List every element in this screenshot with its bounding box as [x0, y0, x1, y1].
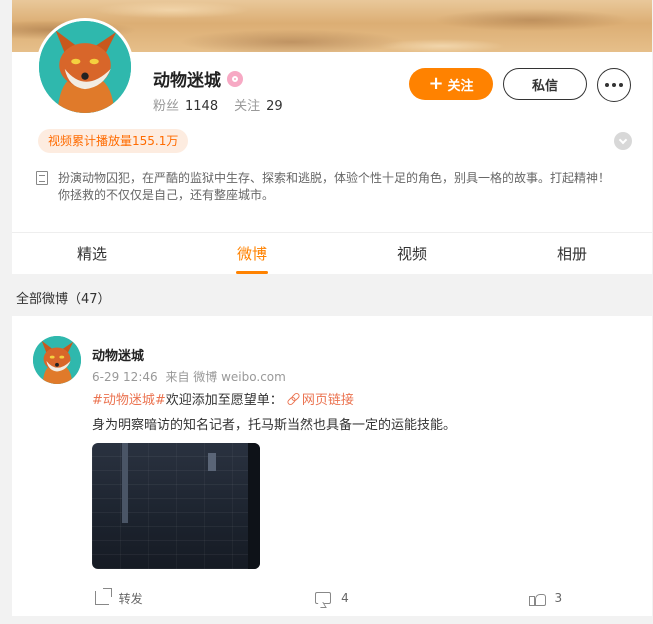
followers-stat[interactable]: 粉丝 1148	[153, 95, 218, 114]
share-label: 转发	[118, 591, 143, 606]
followers-label: 粉丝	[153, 99, 180, 114]
tab-weibo[interactable]: 微博	[172, 233, 332, 274]
tab-featured[interactable]: 精选	[12, 233, 172, 274]
share-button[interactable]: 转发	[12, 586, 225, 610]
profile-name: 动物迷城	[153, 71, 221, 91]
post-text: 身为明察暗访的知名记者，托马斯当然也具备一定的运能技能。	[92, 418, 457, 433]
document-icon	[36, 171, 48, 185]
tab-video[interactable]: 视频	[332, 233, 492, 274]
avatar[interactable]	[36, 18, 134, 116]
follow-button-label: 关注	[447, 78, 474, 94]
post-card: 动物迷城 6-29 12:46 来自 微博 weibo.com #动物迷城# 欢…	[12, 316, 652, 616]
comment-count: 4	[341, 591, 349, 605]
bio-line: 扮演动物囚犯，在严酷的监狱中生存、探索和逃脱，体验个性十足的角色，别具一格的故事…	[58, 171, 611, 185]
tab-album[interactable]: 相册	[492, 233, 652, 274]
profile-bio: 扮演动物囚犯，在严酷的监狱中生存、探索和逃脱，体验个性十足的角色，别具一格的故事…	[36, 170, 626, 204]
hashtag-link[interactable]: #动物迷城#	[92, 389, 166, 408]
post-text-line: #动物迷城# 欢迎添加至愿望单： 网页链接	[92, 389, 354, 408]
more-options-icon[interactable]	[597, 68, 631, 102]
post-meta: 6-29 12:46 来自 微博 weibo.com	[92, 368, 286, 385]
fox-avatar-icon	[39, 21, 131, 113]
profile-tabs: 精选 微博 视频 相册	[12, 232, 652, 274]
all-posts-header[interactable]: 全部微博（47）	[16, 288, 111, 307]
web-link-label: 网页链接	[301, 393, 354, 408]
post-author[interactable]: 动物迷城	[92, 345, 144, 364]
profile-card: 动物迷城 粉丝 1148 关注 29 + 关注 私信 视频累计播放量155.1万 扮…	[12, 0, 652, 274]
post-text: 欢迎添加至愿望单：	[165, 393, 283, 408]
verified-badge-icon[interactable]	[227, 70, 243, 87]
web-link[interactable]: 网页链接	[283, 389, 354, 408]
video-views-tag: 视频累计播放量155.1万	[38, 129, 189, 153]
post-image[interactable]	[92, 443, 260, 569]
profile-stats: 粉丝 1148 关注 29	[153, 95, 283, 114]
bio-line: 你拯救的不仅仅是自己，还有整座城市。	[58, 188, 275, 202]
following-count: 29	[266, 99, 283, 114]
chevron-down-icon[interactable]	[614, 132, 632, 150]
following-label: 关注	[234, 99, 261, 114]
followers-count: 1148	[185, 99, 219, 114]
like-button[interactable]: 3	[439, 586, 652, 610]
follow-button[interactable]: + 关注	[409, 68, 493, 100]
comment-button[interactable]: 4	[225, 586, 438, 610]
thumbs-up-icon	[528, 591, 546, 606]
following-stat[interactable]: 关注 29	[234, 95, 283, 114]
share-icon	[94, 588, 112, 605]
message-button[interactable]: 私信	[503, 68, 587, 100]
post-source: 来自 微博 weibo.com	[165, 370, 286, 384]
post-time[interactable]: 6-29 12:46	[92, 370, 158, 384]
post-actions: 转发 4 3	[12, 586, 652, 610]
link-icon	[287, 393, 299, 405]
like-count: 3	[554, 591, 563, 605]
plus-icon: +	[428, 73, 444, 94]
post-avatar-fox-icon[interactable]	[33, 336, 81, 384]
comment-icon	[315, 592, 332, 604]
